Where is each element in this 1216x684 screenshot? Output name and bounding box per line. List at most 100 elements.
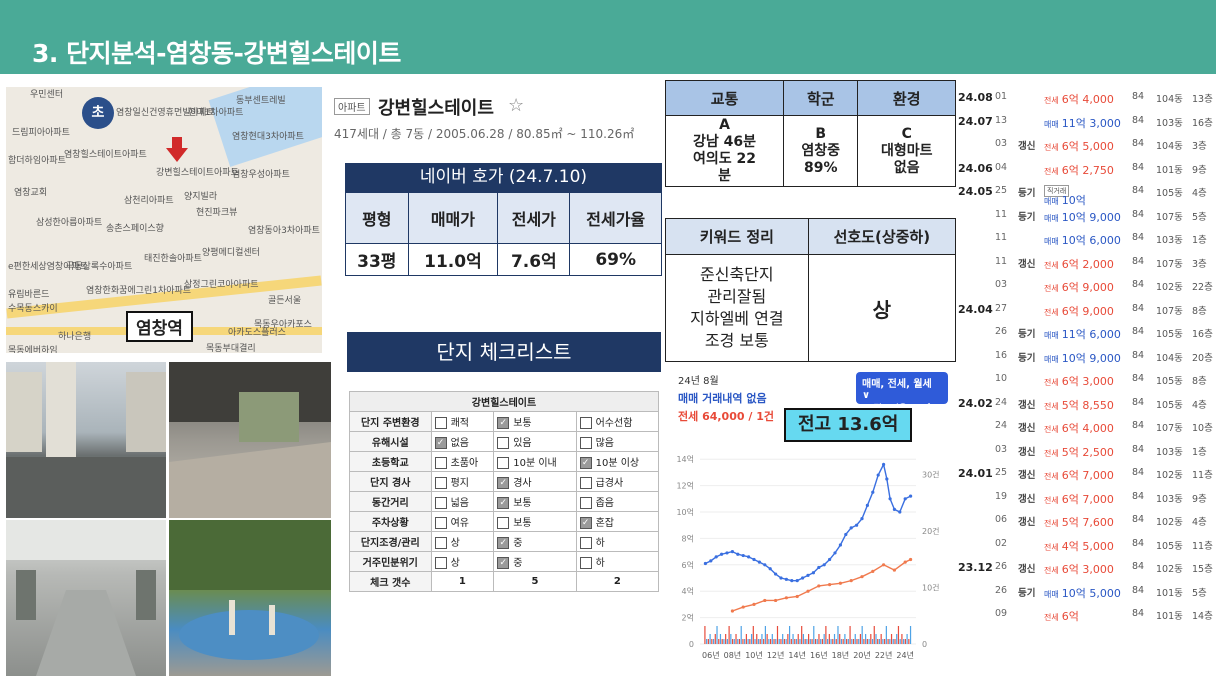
checkbox-option[interactable]: 하 [575,531,660,552]
option-label: 많음 [595,438,615,449]
transaction-row[interactable]: 24.05 25 등기 직거래 매매 10억 84 105동 4층 [956,180,1214,207]
checkbox-option[interactable]: 넓음 [430,491,495,512]
checkbox-option[interactable]: ✓ 10분 이상 [575,451,660,472]
checked-checkbox-icon[interactable]: ✓ [434,437,447,449]
checkbox-option[interactable]: 상 [430,531,495,552]
transaction-row[interactable]: 03 전세 6억 9,000 84 102동 22층 [956,274,1214,298]
checkbox-icon[interactable] [434,477,447,489]
flag: 등기 [1018,352,1036,364]
data-point [784,596,788,600]
data-point [888,497,892,501]
checkbox-option[interactable]: ✓ 보통 [493,491,577,512]
checkbox-icon[interactable] [497,457,510,469]
map-label: 유림바른드 [8,290,50,300]
year-month: 23.12 [958,561,993,574]
transaction-row[interactable]: 16 등기 매매 10억 9,000 84 104동 20층 [956,345,1214,369]
row-label: 주차상황 [349,511,432,532]
checkbox-icon[interactable] [434,537,447,549]
transaction-row[interactable]: 11 갱신 전세 6억 2,000 84 107동 3층 [956,251,1214,275]
checkbox-icon[interactable] [434,417,447,429]
grade: B [815,125,827,142]
transaction-row[interactable]: 24.04 27 전세 6억 9,000 84 107동 8층 [956,298,1214,322]
checkbox-icon[interactable] [497,517,510,529]
checkbox-option[interactable]: ✓ 경사 [493,471,577,492]
checkbox-option[interactable]: 평지 [430,471,495,492]
checkbox-icon[interactable] [497,437,510,449]
transaction-row[interactable]: 24.08 01 전세 6억 4,000 84 104동 13층 [956,86,1214,110]
year-month: 24.07 [958,114,993,128]
transaction-row[interactable]: 26 등기 매매 10억 5,000 84 101동 5층 [956,580,1214,604]
deal-amount: 10억 9,000 [1061,210,1121,224]
checkbox-option[interactable]: ✓ 없음 [430,431,495,452]
transaction-row[interactable]: 19 갱신 전세 6억 7,000 84 103동 9층 [956,486,1214,510]
checkbox-icon[interactable] [579,437,592,449]
transaction-row[interactable]: 24.06 04 전세 6억 2,750 84 101동 9층 [956,157,1214,181]
transaction-row[interactable]: 26 등기 매매 11억 6,000 84 105동 16층 [956,321,1214,345]
transaction-row[interactable]: 09 전세 6억 84 101동 14층 [956,603,1214,627]
checkbox-icon[interactable] [579,417,592,429]
checkbox-option[interactable]: ✓ 혼잡 [575,511,660,532]
checkbox-option[interactable]: 10분 이내 [493,451,577,472]
checkbox-icon[interactable] [579,477,592,489]
transaction-row[interactable]: 24.02 24 갱신 전세 5억 8,550 84 105동 4층 [956,392,1214,416]
checkbox-option[interactable]: 하 [575,551,660,572]
transaction-row[interactable]: 02 전세 4억 5,000 84 105동 11층 [956,533,1214,557]
checkbox-option[interactable]: 있음 [493,431,577,452]
volume-bar [740,626,742,644]
transaction-row[interactable]: 24 갱신 전세 6억 4,000 84 107동 10층 [956,415,1214,439]
checked-checkbox-icon[interactable]: ✓ [579,457,592,469]
checked-checkbox-icon[interactable]: ✓ [497,417,510,429]
checkbox-option[interactable]: 상 [430,551,495,572]
transaction-row[interactable]: 10 전세 6억 3,000 84 105동 8층 [956,368,1214,392]
checkbox-option[interactable]: 보통 [493,511,577,532]
checkbox-option[interactable]: ✓ 중 [493,531,577,552]
checkbox-option[interactable]: 쾌적 [430,411,495,432]
keyword-item: 조경 보통 [704,331,769,350]
area: 84 [1132,279,1145,290]
volume-bar [884,639,886,644]
checkbox-icon[interactable] [434,517,447,529]
favorite-star-icon[interactable]: ☆ [508,95,524,116]
checklist-row: 초등학교 초품아 10분 이내 ✓ 10분 이상 [349,451,660,472]
checked-checkbox-icon[interactable]: ✓ [497,557,510,569]
checkbox-option[interactable]: 많음 [575,431,660,452]
checkbox-option[interactable]: 급경사 [575,471,660,492]
transaction-row[interactable]: 24.07 13 매매 11억 3,000 84 103동 16층 [956,110,1214,134]
map-label: 염창교회 [14,188,48,198]
transaction-row[interactable]: 03 갱신 전세 6억 5,000 84 104동 3층 [956,133,1214,157]
transaction-row[interactable]: 23.12 26 갱신 전세 6억 3,000 84 102동 15층 [956,556,1214,580]
checked-checkbox-icon[interactable]: ✓ [579,517,592,529]
checkbox-icon[interactable] [579,497,592,509]
checked-checkbox-icon[interactable]: ✓ [497,497,510,509]
checkbox-option[interactable]: ✓ 보통 [493,411,577,432]
transaction-row[interactable]: 06 갱신 전세 5억 7,600 84 102동 4층 [956,509,1214,533]
grade: C [901,125,912,142]
checkbox-option[interactable]: 좁음 [575,491,660,512]
trade-type-dropdown[interactable]: 매매, 전세, 월세 ∨ 33평 | 전용 84㎡ [856,372,948,414]
deal-amount: 6억 4,000 [1061,93,1114,106]
price-chart[interactable]: 0 2억 4억 6억 8억 10억 12억 14억 0 10건 20건 30건 06년 08년 10년 12년… [664,438,954,670]
day: 27 [995,302,1008,314]
checkbox-icon[interactable] [579,537,592,549]
volume-bar [816,639,818,644]
checkbox-option[interactable]: ✓ 중 [493,551,577,572]
checkbox-option[interactable]: 초품아 [430,451,495,472]
checked-checkbox-icon[interactable]: ✓ [497,537,510,549]
checkbox-option[interactable]: 여유 [430,511,495,532]
school-icon[interactable]: 초 [82,97,114,129]
transaction-row[interactable]: 03 갱신 전세 5억 2,500 84 103동 1층 [956,439,1214,463]
transaction-row[interactable]: 11 등기 매매 10억 9,000 84 107동 5층 [956,204,1214,228]
transaction-row[interactable]: 11 매매 10억 6,000 84 103동 1층 [956,227,1214,251]
floor: 11층 [1192,540,1213,552]
checkbox-icon[interactable] [434,557,447,569]
volume-bar [792,634,794,644]
location-map[interactable]: 초 우민센터 동부센트레빌 드림피아아파트 염창일신건영휴먼빌아파트 현대1차아파트 염창… [6,87,322,353]
checkbox-icon[interactable] [434,497,447,509]
transaction-row[interactable]: 24.01 25 갱신 전세 6억 7,000 84 102동 11층 [956,462,1214,486]
volume-bar [799,639,801,644]
checkbox-icon[interactable] [579,557,592,569]
checkbox-option[interactable]: 어수선함 [575,411,660,432]
volume-bar [706,639,708,644]
checked-checkbox-icon[interactable]: ✓ [497,477,510,489]
checkbox-icon[interactable] [434,457,447,469]
